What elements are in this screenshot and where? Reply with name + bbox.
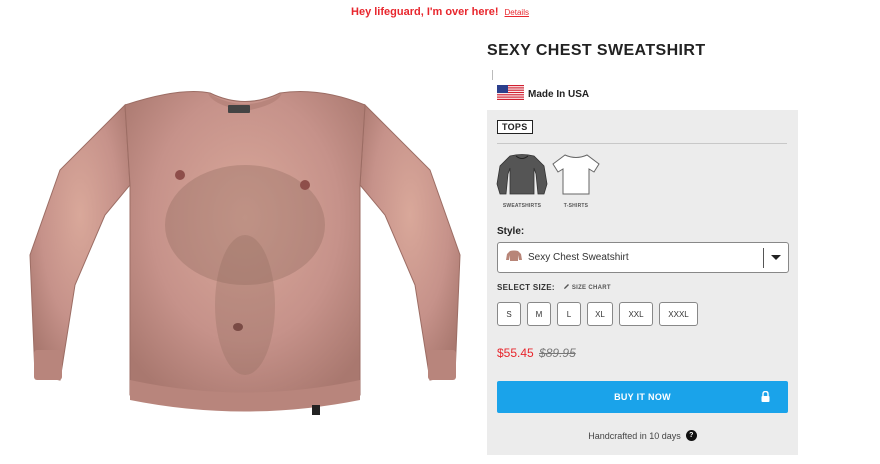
promo-message: Hey lifeguard, I'm over here! — [351, 6, 499, 18]
product-image — [20, 75, 470, 435]
made-in-label: Made In USA — [528, 88, 590, 100]
question-icon[interactable]: ? — [685, 430, 697, 441]
handcrafted-note: Handcrafted in 10 days ? — [487, 430, 798, 441]
size-button-s[interactable]: S — [497, 302, 521, 326]
tshirt-icon — [552, 154, 600, 195]
made-in-usa: Made In USA — [497, 85, 589, 103]
size-button-xl[interactable]: XL — [587, 302, 613, 326]
size-label-text: SELECT SIZE: — [497, 283, 555, 292]
divider — [497, 143, 787, 144]
pencil-icon — [563, 283, 570, 292]
size-chart-link[interactable]: SIZE CHART — [563, 283, 611, 292]
lock-icon — [761, 390, 770, 404]
size-button-xxxl[interactable]: XXXL — [659, 302, 698, 326]
type-sweatshirts[interactable]: SWEATSHIRTS — [495, 152, 549, 209]
purchase-panel: TOPS SWEATSHIRTS T-SHIRTS Style: Sexy Ch… — [487, 110, 798, 455]
size-button-xxl[interactable]: XXL — [619, 302, 653, 326]
size-button-m[interactable]: M — [527, 302, 551, 326]
buy-now-button[interactable]: BUY IT NOW — [497, 381, 788, 413]
size-options: S M L XL XXL XXXL — [497, 302, 704, 326]
style-select[interactable]: Sexy Chest Sweatshirt — [497, 242, 789, 273]
size-label: SELECT SIZE: SIZE CHART — [497, 283, 611, 292]
chevron-down-icon — [764, 254, 788, 262]
size-chart-label: SIZE CHART — [571, 284, 611, 291]
category-tag: TOPS — [497, 120, 533, 134]
us-flag-icon — [497, 85, 528, 103]
product-title: SEXY CHEST SWEATSHIRT — [487, 42, 706, 59]
style-label: Style: — [497, 226, 525, 237]
sale-price: $55.45 — [497, 346, 534, 360]
price: $55.45 $89.95 — [497, 346, 576, 360]
promo-banner: Hey lifeguard, I'm over here! Details — [0, 6, 880, 18]
type-tshirts[interactable]: T-SHIRTS — [549, 152, 603, 209]
style-value: Sexy Chest Sweatshirt — [528, 252, 629, 263]
type-label: T-SHIRTS — [563, 203, 589, 209]
buy-now-label: BUY IT NOW — [614, 392, 671, 402]
original-price: $89.95 — [539, 346, 576, 360]
sweatshirt-thumbnail — [506, 249, 522, 267]
size-button-l[interactable]: L — [557, 302, 581, 326]
type-label: SWEATSHIRTS — [502, 203, 542, 209]
divider — [492, 70, 493, 80]
details-link[interactable]: Details — [505, 8, 529, 17]
handcrafted-text: Handcrafted in 10 days — [588, 430, 681, 441]
sweatshirt-icon — [496, 154, 548, 195]
